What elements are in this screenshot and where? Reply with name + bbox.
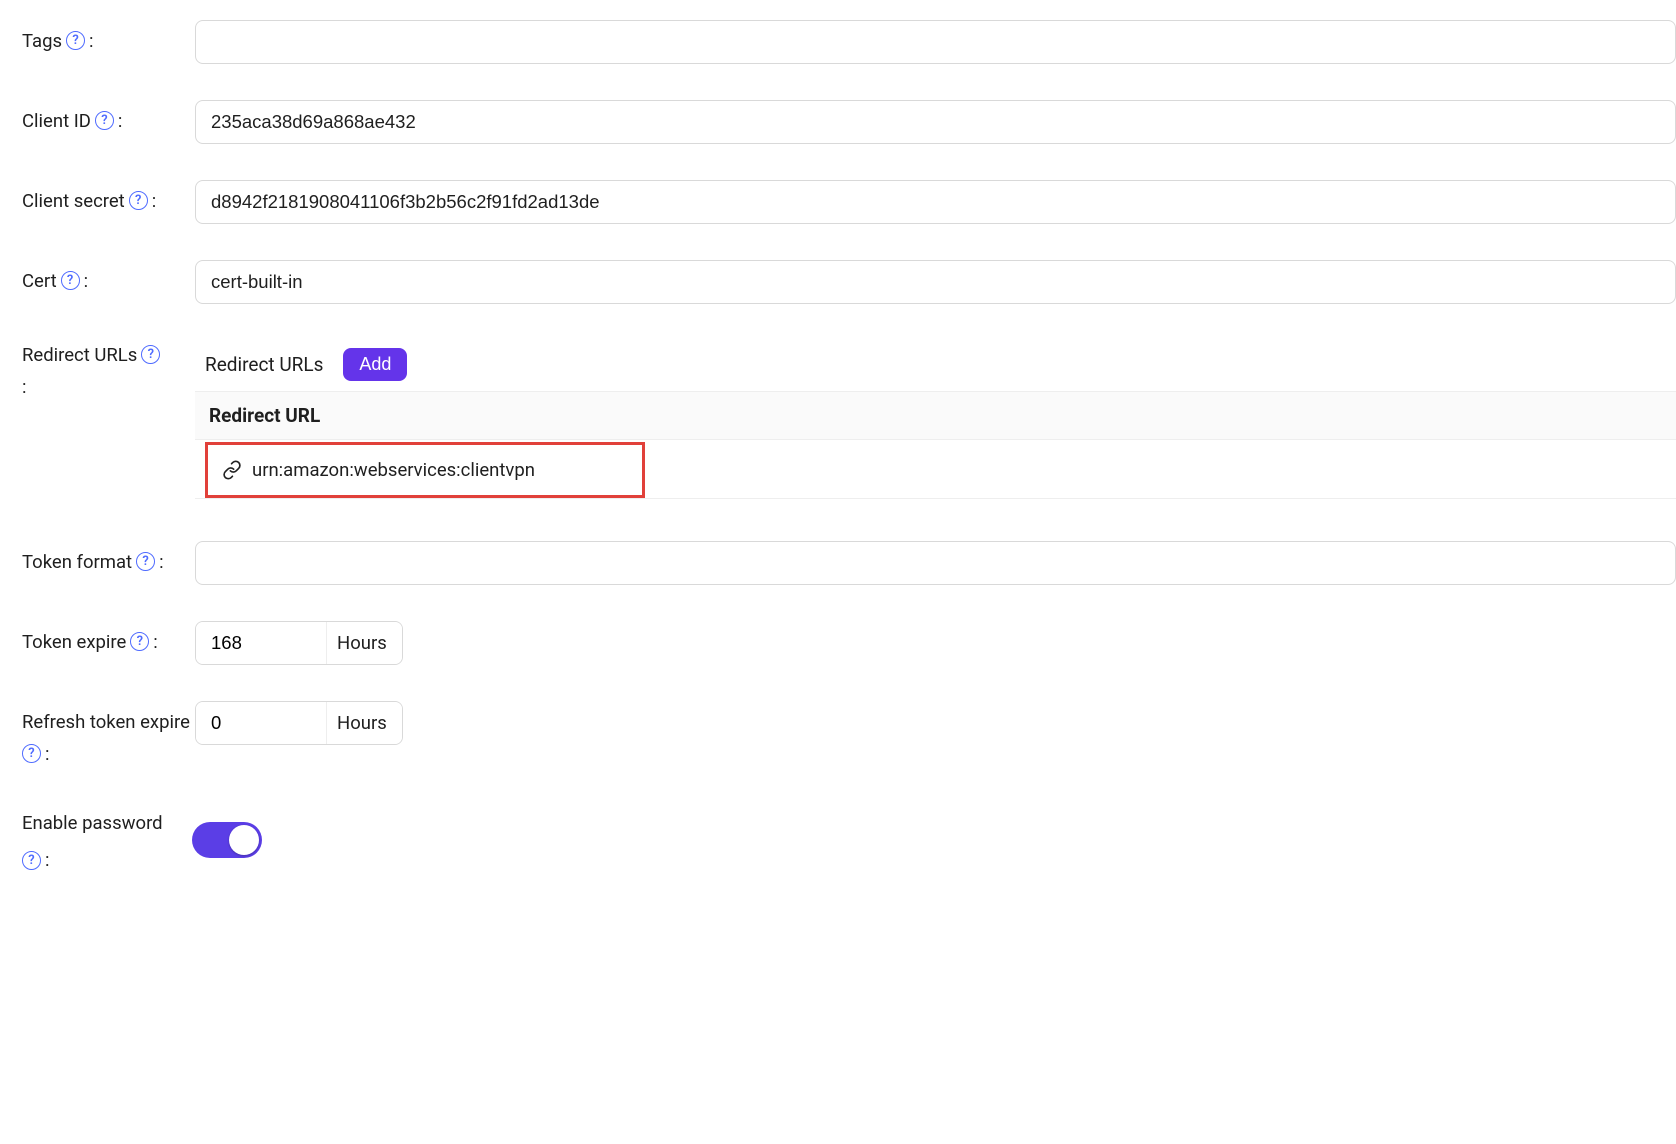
help-icon[interactable]: ? bbox=[22, 851, 41, 870]
add-redirect-url-button[interactable]: Add bbox=[343, 348, 407, 381]
redirect-url-row-highlighted[interactable]: urn:amazon:webservices:clientvpn bbox=[205, 442, 645, 498]
row-token-format: Token format ? : bbox=[22, 541, 1676, 585]
token-expire-input[interactable] bbox=[196, 622, 326, 664]
redirect-column-header: Redirect URL bbox=[195, 392, 1676, 440]
token-expire-unit[interactable]: Hours bbox=[326, 622, 402, 664]
label-client-id: Client ID ? : bbox=[22, 100, 195, 136]
client-secret-input[interactable] bbox=[195, 180, 1676, 224]
label-text: Enable password bbox=[22, 810, 163, 838]
label-colon: : bbox=[118, 108, 122, 136]
help-icon[interactable]: ? bbox=[130, 632, 149, 651]
label-client-secret: Client secret ? : bbox=[22, 180, 195, 216]
label-colon: : bbox=[89, 28, 93, 56]
label-text: Redirect URLs bbox=[22, 342, 137, 370]
row-token-expire: Token expire ? : Hours bbox=[22, 621, 1676, 665]
row-redirect-urls: Redirect URLs ? : Redirect URLs Add Redi… bbox=[22, 340, 1676, 499]
help-icon[interactable]: ? bbox=[141, 345, 160, 364]
label-text: Token expire bbox=[22, 629, 126, 657]
refresh-token-expire-unit[interactable]: Hours bbox=[326, 702, 402, 744]
label-token-format: Token format ? : bbox=[22, 541, 195, 577]
label-text: Token format bbox=[22, 549, 132, 577]
row-tags: Tags ? : bbox=[22, 20, 1676, 64]
row-enable-password: Enable password ? : bbox=[22, 805, 1676, 876]
redirect-section-head: Redirect URLs Add bbox=[195, 340, 1676, 391]
link-icon bbox=[222, 460, 242, 480]
label-enable-password: Enable password ? : bbox=[22, 805, 192, 876]
label-colon: : bbox=[84, 268, 88, 296]
label-text: Tags bbox=[22, 28, 62, 56]
help-icon[interactable]: ? bbox=[129, 191, 148, 210]
cert-input[interactable] bbox=[195, 260, 1676, 304]
redirect-urls-block: Redirect URLs Add Redirect URL urn:amazo… bbox=[195, 340, 1676, 499]
help-icon[interactable]: ? bbox=[22, 744, 41, 763]
client-id-input[interactable] bbox=[195, 100, 1676, 144]
tags-input[interactable] bbox=[195, 20, 1676, 64]
refresh-token-expire-group: Hours bbox=[195, 701, 403, 745]
label-colon: : bbox=[45, 741, 49, 769]
help-icon[interactable]: ? bbox=[95, 111, 114, 130]
row-client-secret: Client secret ? : bbox=[22, 180, 1676, 224]
row-refresh-token-expire: Refresh token expire ? : Hours bbox=[22, 701, 1676, 769]
label-colon: : bbox=[45, 847, 49, 875]
label-tags: Tags ? : bbox=[22, 20, 195, 56]
label-refresh-token-expire: Refresh token expire ? : bbox=[22, 701, 195, 769]
token-expire-group: Hours bbox=[195, 621, 403, 665]
label-colon: : bbox=[159, 549, 163, 577]
label-colon: : bbox=[152, 188, 156, 216]
token-format-input[interactable] bbox=[195, 541, 1676, 585]
help-icon[interactable]: ? bbox=[61, 271, 80, 290]
help-icon[interactable]: ? bbox=[136, 552, 155, 571]
row-client-id: Client ID ? : bbox=[22, 100, 1676, 144]
refresh-token-expire-input[interactable] bbox=[196, 702, 326, 744]
label-text: Client ID bbox=[22, 108, 91, 136]
redirect-section-title: Redirect URLs bbox=[205, 353, 323, 376]
enable-password-toggle[interactable] bbox=[192, 822, 262, 858]
toggle-knob bbox=[229, 825, 259, 855]
row-cert: Cert ? : bbox=[22, 260, 1676, 304]
label-redirect-urls: Redirect URLs ? : bbox=[22, 340, 195, 402]
label-cert: Cert ? : bbox=[22, 260, 195, 296]
label-token-expire: Token expire ? : bbox=[22, 621, 195, 657]
redirect-url-value: urn:amazon:webservices:clientvpn bbox=[252, 459, 535, 481]
label-colon: : bbox=[22, 374, 195, 402]
label-text: Refresh token expire bbox=[22, 709, 190, 737]
help-icon[interactable]: ? bbox=[66, 31, 85, 50]
label-colon: : bbox=[153, 629, 157, 657]
label-text: Cert bbox=[22, 268, 57, 296]
label-text: Client secret bbox=[22, 188, 125, 216]
redirect-table: Redirect URL urn:amazon:webservices:clie… bbox=[195, 391, 1676, 499]
